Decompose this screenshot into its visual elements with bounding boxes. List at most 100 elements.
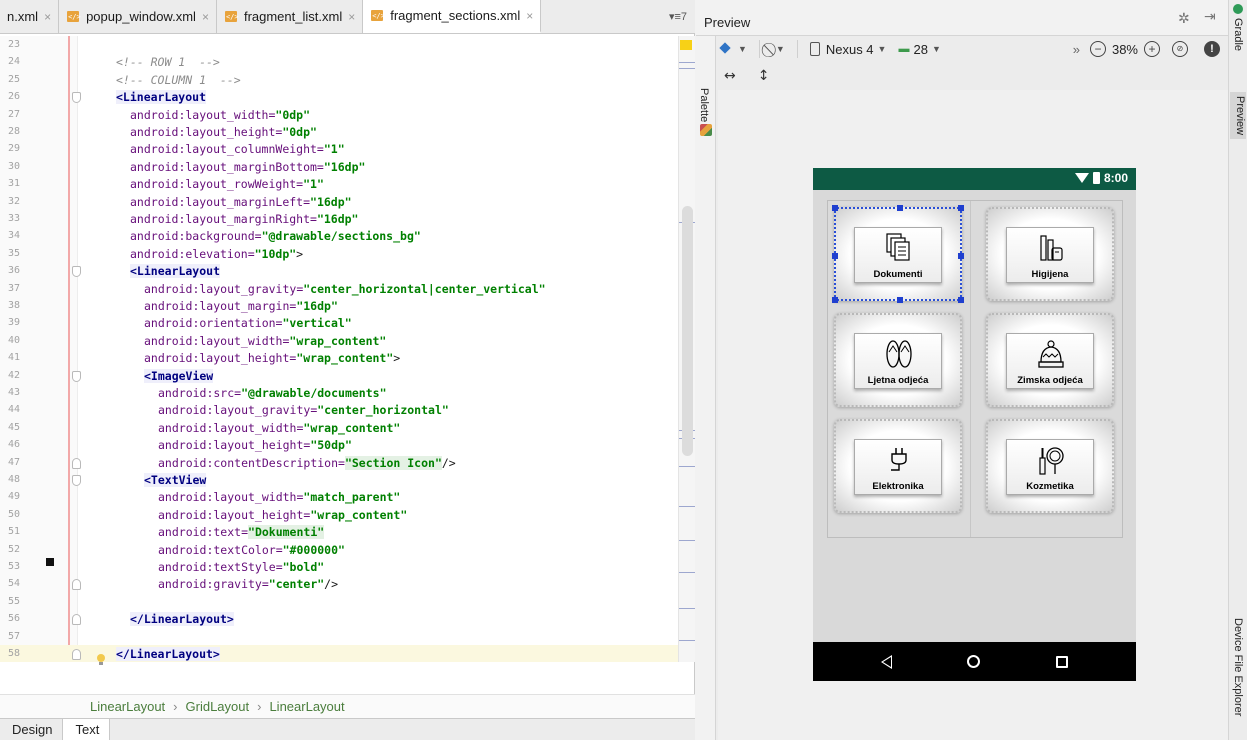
- code-line[interactable]: 31 android:layout_rowWeight="1": [0, 175, 680, 193]
- selection-handle[interactable]: [958, 297, 964, 303]
- code-line[interactable]: 51 android:text="Dokumenti": [0, 523, 680, 541]
- fold-marker-icon[interactable]: [72, 92, 81, 104]
- scrollbar-thumb[interactable]: [682, 206, 693, 456]
- tab-fragment-list-xml[interactable]: fragment_list.xml ×: [217, 0, 364, 33]
- zoom-to-fit-button[interactable]: ⊘: [1172, 41, 1188, 57]
- design-surface-dropdown[interactable]: ▼: [718, 42, 747, 56]
- resize-vertical-icon[interactable]: ↕: [758, 68, 770, 84]
- code-line[interactable]: 33 android:layout_marginRight="16dp": [0, 210, 680, 228]
- orientation-dropdown[interactable]: ⃠▼: [772, 41, 785, 58]
- selection-handle[interactable]: [832, 297, 838, 303]
- error-stripe-mark[interactable]: [679, 572, 695, 573]
- code-line[interactable]: 53 android:textStyle="bold": [0, 558, 680, 576]
- code-line[interactable]: 45 android:layout_width="wrap_content": [0, 419, 680, 437]
- code-line[interactable]: 47 android:contentDescription="Section Ic…: [0, 454, 680, 472]
- api-level-dropdown[interactable]: ▬ 28 ▼: [898, 42, 940, 57]
- fold-marker-icon[interactable]: [72, 457, 81, 469]
- code-line[interactable]: 28 android:layout_height="0dp": [0, 123, 680, 141]
- selection-handle[interactable]: [958, 253, 964, 259]
- selection-handle[interactable]: [832, 253, 838, 259]
- palette-toggle[interactable]: Palette: [698, 88, 710, 122]
- code-line[interactable]: 39 android:orientation="vertical": [0, 314, 680, 332]
- error-stripe-mark[interactable]: [679, 466, 695, 467]
- code-line[interactable]: 25 <!-- COLUMN 1 -->: [0, 71, 680, 89]
- close-icon[interactable]: ×: [202, 10, 209, 24]
- code-line[interactable]: 57: [0, 628, 680, 646]
- home-icon[interactable]: [967, 655, 981, 668]
- tab-design[interactable]: Design: [0, 719, 64, 740]
- selection-handle[interactable]: [832, 205, 838, 211]
- gear-icon[interactable]: ✲: [1178, 11, 1190, 27]
- zoom-in-button[interactable]: +: [1144, 41, 1160, 57]
- hide-panel-icon[interactable]: ⇥: [1204, 9, 1216, 25]
- fold-marker-icon[interactable]: [72, 370, 81, 382]
- gradle-tool-button[interactable]: Gradle: [1232, 18, 1244, 51]
- code-line[interactable]: 42 <ImageView: [0, 367, 680, 385]
- code-area[interactable]: 23 24 <!-- ROW 1 --> 25 <!-- COLUMN 1 --> 26 <…: [0, 36, 680, 662]
- code-line[interactable]: 41 android:layout_height="wrap_content">: [0, 349, 680, 367]
- back-icon[interactable]: [880, 654, 892, 669]
- fold-marker-icon[interactable]: [72, 649, 81, 660]
- lightbulb-icon[interactable]: [96, 654, 106, 666]
- selection-handle[interactable]: [897, 297, 903, 303]
- error-stripe-mark[interactable]: [679, 62, 695, 63]
- error-stripe-mark[interactable]: [679, 68, 695, 69]
- code-line[interactable]: 44 android:layout_gravity="center_horizon…: [0, 401, 680, 419]
- breadcrumb-item[interactable]: GridLayout: [186, 699, 250, 714]
- close-icon[interactable]: ×: [348, 10, 355, 24]
- resize-horizontal-icon[interactable]: ↔: [724, 68, 736, 84]
- selection-handle[interactable]: [958, 205, 964, 211]
- error-stripe-mark[interactable]: [679, 640, 695, 641]
- section-cell-dokumenti[interactable]: Dokumenti: [832, 205, 964, 303]
- section-cell-elektronika[interactable]: Elektronika: [834, 419, 962, 513]
- fold-marker-icon[interactable]: [72, 266, 81, 278]
- palette-icon[interactable]: [700, 124, 712, 136]
- code-line[interactable]: 35 android:elevation="10dp">: [0, 245, 680, 263]
- warning-icon[interactable]: !: [1204, 41, 1220, 57]
- fold-marker-icon[interactable]: [72, 579, 81, 591]
- section-cell-kozmetika[interactable]: Kozmetika: [986, 419, 1114, 513]
- preview-tool-button[interactable]: Preview: [1230, 92, 1246, 140]
- section-cell-higijena[interactable]: Higijena: [986, 207, 1114, 301]
- code-line[interactable]: 27 android:layout_width="0dp": [0, 106, 680, 124]
- tab-fragment-sections-xml[interactable]: fragment_sections.xml ×: [363, 0, 542, 33]
- code-line[interactable]: 50 android:layout_height="wrap_content": [0, 506, 680, 524]
- code-line[interactable]: 37 android:layout_gravity="center_horizon…: [0, 280, 680, 298]
- sections-grid[interactable]: Dokumenti Higijena Ljetna odjeća Zimska …: [827, 200, 1123, 538]
- code-line[interactable]: 36 <LinearLayout: [0, 262, 680, 280]
- warning-marker[interactable]: [680, 40, 692, 50]
- error-stripe-mark[interactable]: [679, 608, 695, 609]
- fold-marker-icon[interactable]: [72, 475, 81, 486]
- tab-list-menu-icon[interactable]: ▾≡7: [661, 0, 695, 33]
- code-line[interactable]: 29 android:layout_columnWeight="1": [0, 140, 680, 158]
- code-line[interactable]: 52 android:textColor="#000000": [0, 541, 680, 559]
- device-dropdown[interactable]: Nexus 4 ▼: [809, 42, 886, 57]
- tab-text[interactable]: Text: [63, 719, 111, 740]
- code-line[interactable]: 38 android:layout_margin="16dp": [0, 297, 680, 315]
- code-line[interactable]: 30 android:layout_marginBottom="16dp": [0, 158, 680, 176]
- code-line[interactable]: 40 android:layout_width="wrap_content": [0, 332, 680, 350]
- error-stripe-mark[interactable]: [679, 540, 695, 541]
- section-cell-zimska-odjeca[interactable]: Zimska odjeća: [986, 313, 1114, 407]
- code-line[interactable]: 55: [0, 593, 680, 611]
- zoom-out-button[interactable]: −: [1089, 41, 1106, 57]
- section-cell-ljetna-odjeca[interactable]: Ljetna odjeća: [834, 313, 962, 407]
- code-line[interactable]: 56 </LinearLayout>: [0, 610, 680, 628]
- code-line[interactable]: 48 <TextView: [0, 471, 680, 489]
- fold-marker-icon[interactable]: [72, 614, 81, 626]
- code-line[interactable]: 23: [0, 36, 680, 54]
- breadcrumb-item[interactable]: LinearLayout: [90, 699, 165, 714]
- breadcrumb-item[interactable]: LinearLayout: [269, 699, 344, 714]
- close-icon[interactable]: ×: [44, 10, 51, 24]
- code-line[interactable]: 46 android:layout_height="50dp": [0, 436, 680, 454]
- more-actions-icon[interactable]: »: [1073, 42, 1080, 57]
- code-line[interactable]: 24 <!-- ROW 1 -->: [0, 53, 680, 71]
- design-canvas[interactable]: 8:00 Dokumenti Higijena Ljetna odjeća Zi…: [718, 90, 1228, 740]
- code-line[interactable]: 49 android:layout_width="match_parent": [0, 488, 680, 506]
- close-icon[interactable]: ×: [526, 9, 533, 23]
- code-line[interactable]: 32 android:layout_marginLeft="16dp": [0, 193, 680, 211]
- editor-scrollbar[interactable]: [678, 36, 695, 662]
- code-line[interactable]: 54 android:gravity="center"/>: [0, 575, 680, 593]
- bookmark-icon[interactable]: [46, 558, 54, 566]
- recent-apps-icon[interactable]: [1056, 655, 1069, 668]
